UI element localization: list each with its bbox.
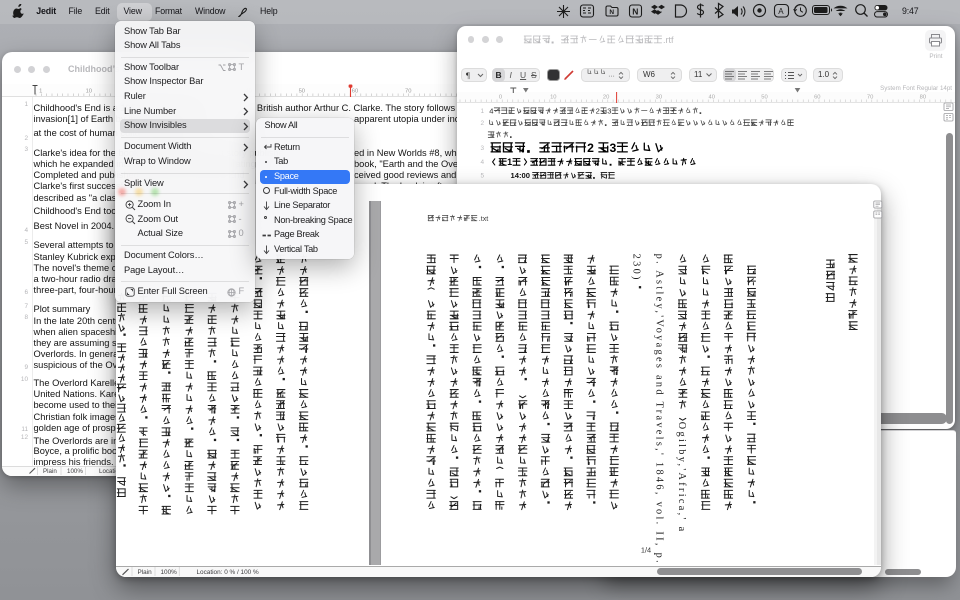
svg-text:Ogilby,'Africa,' a: Ogilby,'Africa,' a	[676, 421, 687, 533]
svg-text:…: …	[608, 72, 615, 79]
svg-text:1/4: 1/4	[640, 545, 650, 554]
svg-text:60: 60	[352, 89, 358, 95]
svg-text:Plain: Plain	[43, 468, 57, 475]
svg-text:10: 10	[86, 89, 92, 95]
svg-text:100%: 100%	[67, 468, 83, 475]
svg-text:3: 3	[610, 141, 617, 155]
svg-text:3: 3	[607, 106, 611, 115]
svg-text:2: 2	[587, 141, 594, 155]
svg-text:5: 5	[480, 173, 484, 180]
svg-text:p. Astley,'Voyages and Travels: p. Astley,'Voyages and Travels,' 1846, v…	[653, 253, 664, 564]
svg-text:1: 1	[480, 108, 484, 115]
svg-text:2: 2	[596, 106, 600, 115]
svg-text:4: 4	[489, 106, 493, 115]
svg-text:1: 1	[507, 157, 512, 167]
svg-text:70: 70	[405, 89, 411, 95]
svg-text:1: 1	[39, 89, 42, 95]
svg-text:50: 50	[299, 89, 305, 95]
svg-text:3: 3	[480, 145, 484, 152]
svg-text:2: 2	[480, 120, 484, 127]
svg-text:A: A	[778, 7, 784, 16]
svg-text:230): 230)	[630, 253, 641, 281]
svg-text:N: N	[609, 9, 614, 16]
svg-text:.rtf: .rtf	[663, 35, 674, 45]
svg-text:4: 4	[480, 159, 484, 166]
svg-text:.txt: .txt	[478, 214, 488, 223]
svg-text:14:00: 14:00	[511, 171, 530, 180]
svg-text:N: N	[632, 6, 638, 16]
